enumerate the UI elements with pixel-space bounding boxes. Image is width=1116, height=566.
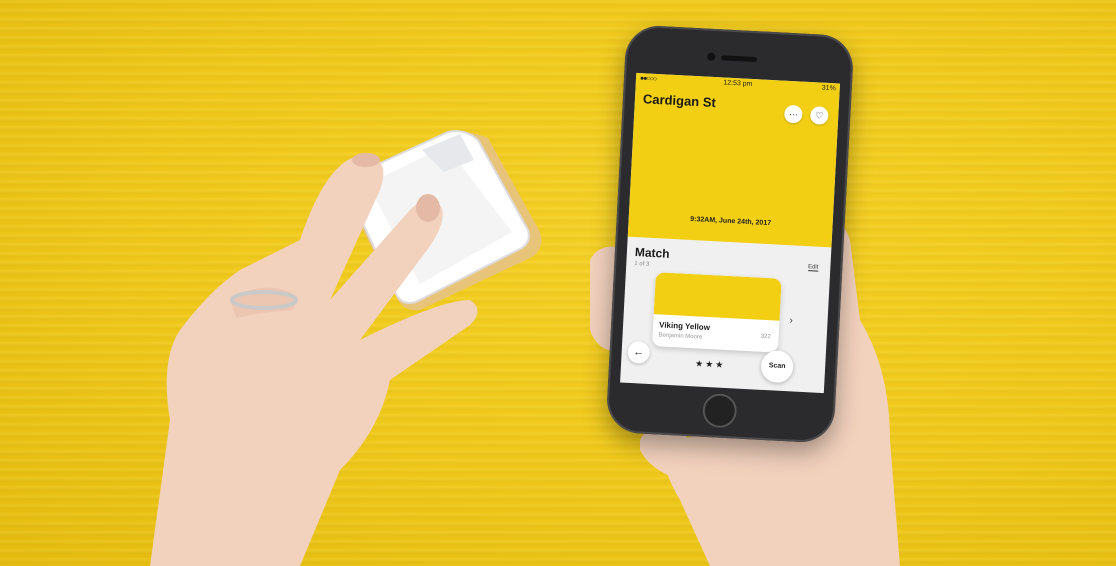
fingernail <box>352 153 380 167</box>
edit-link[interactable]: Edit <box>807 264 819 272</box>
swatch-color <box>653 272 782 321</box>
scan-button[interactable]: Scan <box>760 349 794 384</box>
paint-swatch-card[interactable]: Viking Yellow Benjamin Moore 322 <box>652 272 782 353</box>
match-count: 1 of 3 <box>634 261 650 268</box>
swatch-brand: Benjamin Moore <box>658 332 703 341</box>
arrow-left-icon: ← <box>632 346 645 359</box>
chevron-right-icon[interactable]: › <box>789 315 793 326</box>
back-button[interactable]: ← <box>627 340 651 364</box>
app-screen: ●●○○○ 12:53 pm 31% Cardigan St ··· ♡ 9:3… <box>620 72 841 394</box>
star-rating: ★★★ <box>694 358 726 370</box>
earpiece <box>721 55 758 63</box>
left-hand-with-scanner <box>150 130 542 566</box>
match-heading: Match <box>634 245 670 261</box>
heart-icon: ♡ <box>815 110 824 121</box>
more-icon: ··· <box>788 108 799 120</box>
smartphone: ●●○○○ 12:53 pm 31% Cardigan St ··· ♡ 9:3… <box>605 24 855 444</box>
battery-indicator: 31% <box>821 84 836 93</box>
swatch-code: 322 <box>760 333 771 341</box>
swatch-name: Viking Yellow <box>658 320 711 333</box>
front-camera <box>707 52 716 61</box>
home-button[interactable] <box>701 392 738 429</box>
fingernail <box>416 194 440 222</box>
